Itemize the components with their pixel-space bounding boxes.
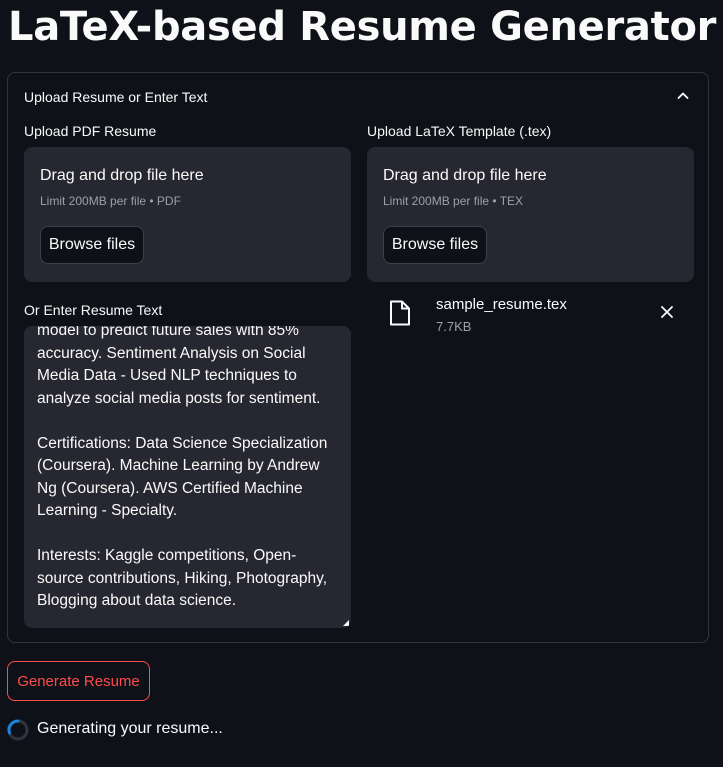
uploaded-file-size: 7.7KB bbox=[436, 319, 472, 334]
pdf-drag-text: Drag and drop file here bbox=[40, 167, 204, 184]
expander-header[interactable]: Upload Resume or Enter Text bbox=[24, 89, 207, 105]
resume-text-area[interactable]: model to predict future sales with 85% a… bbox=[24, 326, 351, 628]
chevron-up-icon[interactable] bbox=[676, 89, 690, 103]
resize-grip-icon[interactable] bbox=[343, 620, 349, 626]
tex-browse-button[interactable]: Browse files bbox=[383, 226, 487, 264]
tex-dropzone[interactable]: Drag and drop file here Limit 200MB per … bbox=[367, 147, 694, 282]
tex-upload-label: Upload LaTeX Template (.tex) bbox=[367, 123, 552, 139]
pdf-dropzone[interactable]: Drag and drop file here Limit 200MB per … bbox=[24, 147, 351, 282]
uploaded-file-row: sample_resume.tex 7.7KB bbox=[383, 296, 693, 338]
tex-drag-text: Drag and drop file here bbox=[383, 167, 547, 184]
close-icon[interactable] bbox=[659, 304, 675, 320]
resume-text-label: Or Enter Resume Text bbox=[24, 302, 163, 318]
page-title: LaTeX-based Resume Generator bbox=[8, 4, 717, 50]
status-text: Generating your resume... bbox=[37, 720, 223, 737]
pdf-upload-label: Upload PDF Resume bbox=[24, 123, 157, 139]
pdf-browse-button[interactable]: Browse files bbox=[40, 226, 144, 264]
tex-limit-text: Limit 200MB per file • TEX bbox=[383, 194, 524, 208]
uploaded-file-name: sample_resume.tex bbox=[436, 296, 567, 313]
file-icon bbox=[390, 300, 410, 326]
spinner-icon bbox=[7, 719, 29, 741]
resume-text-value[interactable]: model to predict future sales with 85% a… bbox=[37, 326, 339, 613]
pdf-limit-text: Limit 200MB per file • PDF bbox=[40, 194, 181, 208]
generate-resume-button[interactable]: Generate Resume bbox=[7, 661, 150, 701]
